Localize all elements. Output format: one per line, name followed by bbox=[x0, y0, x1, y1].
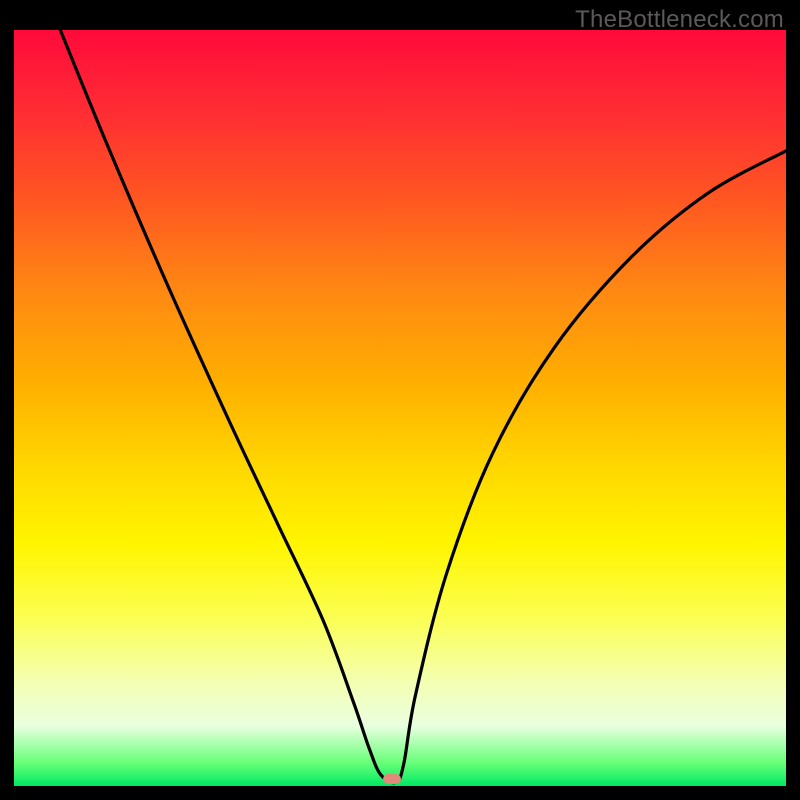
plot-frame bbox=[14, 30, 786, 786]
curve-layer bbox=[14, 30, 786, 786]
bottleneck-curve bbox=[60, 30, 786, 783]
watermark-text: TheBottleneck.com bbox=[575, 6, 784, 34]
optimal-point-marker bbox=[383, 774, 401, 784]
